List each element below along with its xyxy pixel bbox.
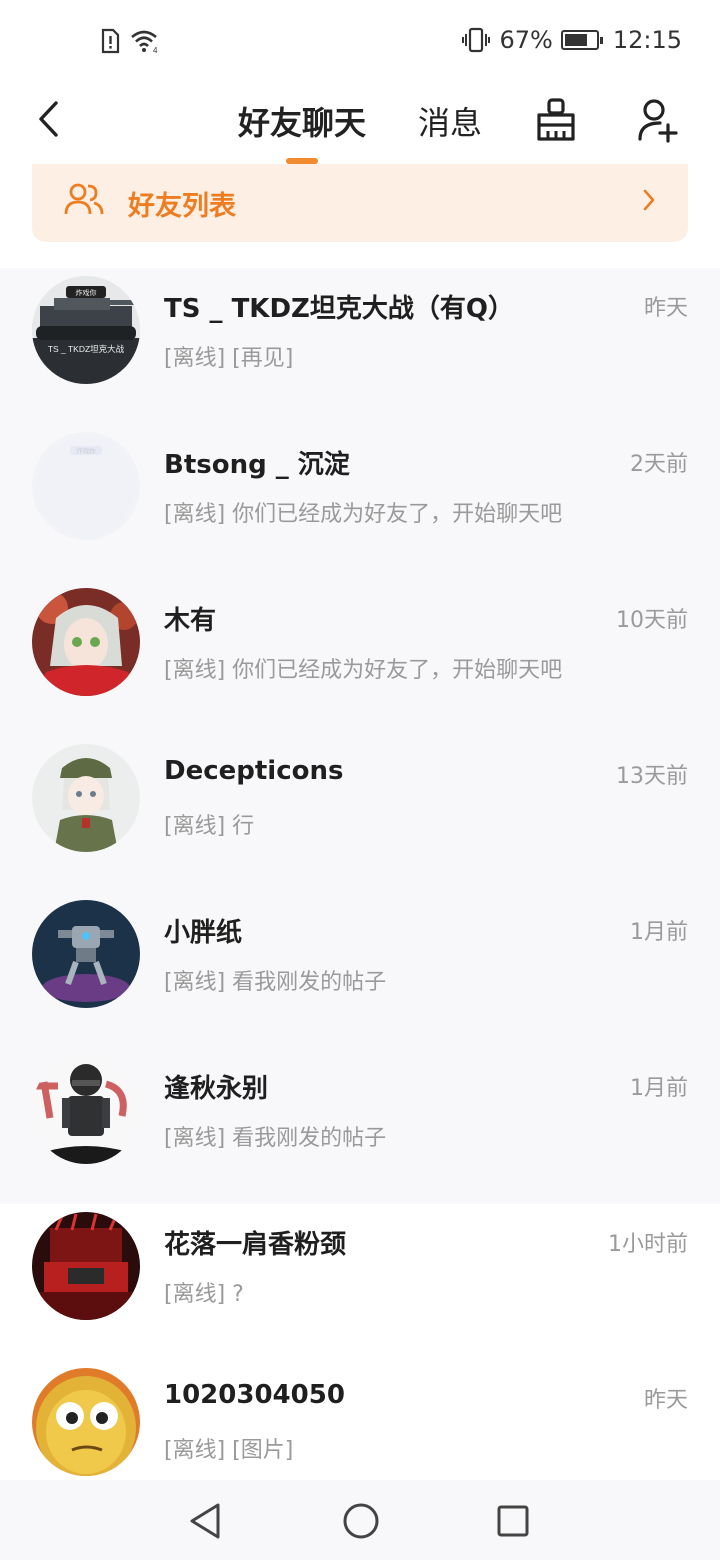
chat-row[interactable]: 木有 10天前 [离线] 你们已经成为好友了，开始聊天吧	[0, 580, 720, 736]
chat-name: 花落一肩香粉颈	[164, 1230, 347, 1260]
system-nav-bar	[0, 1480, 720, 1560]
tab-friend-chat[interactable]: 好友聊天	[238, 98, 366, 144]
blank-avatar-image: 炸戏你	[36, 436, 136, 536]
chevron-right-icon	[643, 189, 655, 211]
top-header: 好友聊天 消息	[0, 84, 720, 164]
avatar	[32, 1056, 140, 1164]
chat-preview: [离线] [图片]	[164, 1438, 294, 1463]
avatar	[32, 1368, 140, 1476]
avatar-caption: TS _ TKDZ坦克大战	[48, 344, 125, 354]
nav-home-icon[interactable]	[342, 1502, 380, 1540]
chat-preview: [离线] 看我刚发的帖子	[164, 970, 387, 995]
chat-name: 木有	[164, 606, 217, 636]
status-right: 67% 12:15	[461, 26, 682, 54]
chat-name: 逢秋永别	[164, 1074, 269, 1104]
battery-icon	[560, 30, 603, 50]
avatar	[32, 588, 140, 696]
anime-girl-avatar-image	[32, 588, 140, 696]
avatar-badge: 炸戏你	[76, 446, 96, 455]
chat-time: 1月前	[630, 920, 688, 945]
chat-time: 昨天	[643, 1388, 688, 1413]
chat-list: 炸戏你 TS _ TKDZ坦克大战 TS _ TKDZ坦克大战（有Q） 昨天 […	[0, 268, 720, 1516]
battery-percent: 67%	[499, 26, 553, 54]
mech-avatar-image	[32, 900, 140, 1008]
clock: 12:15	[612, 26, 682, 54]
chat-preview: [离线] 看我刚发的帖子	[164, 1126, 387, 1151]
broom-clean-icon	[537, 98, 575, 141]
avatar: 炸戏你	[32, 432, 140, 540]
anime-soldier-avatar-image	[32, 744, 140, 852]
sim-alert-icon	[101, 28, 120, 54]
avatar-badge: 炸戏你	[76, 288, 97, 297]
vibrate-icon	[462, 27, 491, 53]
avatar	[32, 744, 140, 852]
chat-row[interactable]: 炸戏你 TS _ TKDZ坦克大战 TS _ TKDZ坦克大战（有Q） 昨天 […	[0, 268, 720, 424]
svg-text:4: 4	[153, 46, 158, 54]
chat-preview: [离线] 你们已经成为好友了，开始聊天吧	[164, 502, 563, 527]
chat-name: 小胖纸	[164, 918, 243, 948]
chat-time: 昨天	[643, 296, 688, 321]
chat-preview: [离线] ?	[164, 1282, 244, 1307]
friends-icon	[64, 183, 104, 215]
chat-row[interactable]: Decepticons 13天前 [离线] 行	[0, 736, 720, 892]
avatar	[32, 900, 140, 1008]
clean-button[interactable]	[530, 92, 582, 148]
avatar: 炸戏你 TS _ TKDZ坦克大战	[32, 276, 140, 384]
chat-preview: [离线] 行	[164, 814, 255, 839]
tank-avatar-image: 炸戏你 TS _ TKDZ坦克大战	[32, 276, 140, 384]
chat-name: Decepticons	[164, 756, 344, 786]
chat-time: 10天前	[616, 608, 688, 633]
avatar	[32, 1212, 140, 1320]
wifi-icon: 4	[131, 30, 158, 54]
chat-preview: [离线] 你们已经成为好友了，开始聊天吧	[164, 658, 563, 683]
tab-messages[interactable]: 消息	[418, 98, 482, 144]
chat-time: 2天前	[630, 452, 688, 477]
chat-row[interactable]: 花落一肩香粉颈 1小时前 [离线] ?	[0, 1204, 720, 1360]
back-arrow-icon	[39, 101, 58, 137]
back-button[interactable]	[26, 94, 70, 144]
status-left: 4	[100, 28, 162, 54]
chat-time: 1月前	[630, 1076, 688, 1101]
chat-time: 1小时前	[608, 1232, 688, 1257]
chat-row[interactable]: 小胖纸 1月前 [离线] 看我刚发的帖子	[0, 892, 720, 1048]
battery-fill	[564, 34, 587, 46]
chat-name: Btsong _ 沉淀	[164, 450, 350, 480]
chat-row[interactable]: 逢秋永别 1月前 [离线] 看我刚发的帖子	[0, 1048, 720, 1204]
chat-name: TS _ TKDZ坦克大战（有Q）	[164, 294, 514, 324]
nav-back-icon[interactable]	[188, 1502, 224, 1540]
wallnut-avatar-image	[32, 1368, 140, 1476]
add-user-icon	[638, 99, 678, 143]
friend-list-label: 好友列表	[128, 191, 236, 222]
friend-list-banner[interactable]: 好友列表	[32, 164, 688, 242]
nav-recent-icon[interactable]	[496, 1504, 530, 1538]
red-mech-avatar-image	[32, 1212, 140, 1320]
trooper-avatar-image	[32, 1056, 140, 1164]
chat-name: 1020304050	[164, 1380, 345, 1410]
chat-time: 13天前	[616, 764, 688, 789]
chat-row[interactable]: 炸戏你 Btsong _ 沉淀 2天前 [离线] 你们已经成为好友了，开始聊天吧	[0, 424, 720, 580]
chat-preview: [离线] [再见]	[164, 346, 294, 371]
add-friend-button[interactable]	[632, 92, 684, 148]
status-bar: 4 67% 12:15	[0, 0, 720, 84]
